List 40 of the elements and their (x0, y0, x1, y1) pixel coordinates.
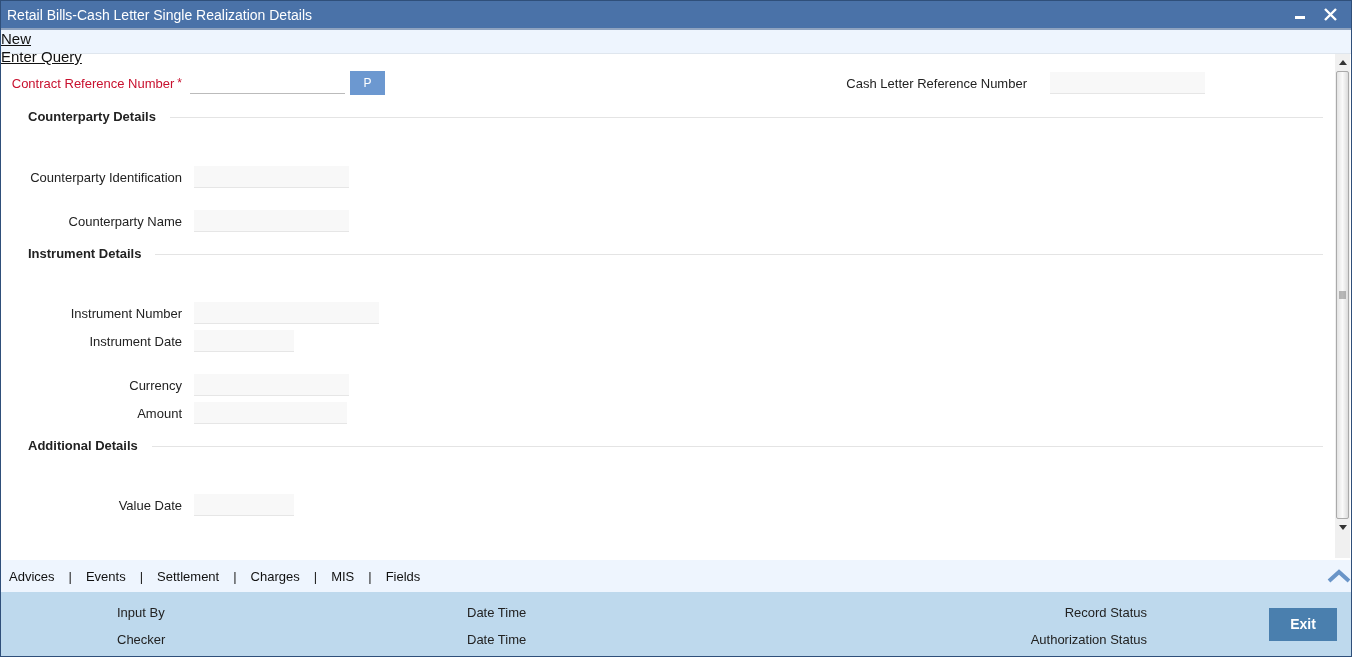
tab-separator: | (233, 568, 237, 584)
scrollbar[interactable] (1335, 54, 1350, 558)
tab-separator: | (139, 568, 144, 584)
section-title: Instrument Details (28, 246, 142, 261)
field-label: Value Date (117, 497, 182, 513)
section-title: Counterparty Details (28, 109, 156, 124)
audit-label: Authorization Status (1029, 631, 1147, 647)
required-mark: * (177, 75, 182, 90)
tab-link[interactable]: MIS (331, 568, 355, 584)
field-label: Contract Reference Number (11, 75, 175, 91)
tab-separator: | (368, 568, 372, 584)
close-icon[interactable] (1324, 8, 1337, 21)
field-label: Counterparty Name (67, 213, 182, 229)
audit-label: Checker (117, 631, 167, 647)
tab-separator: | (68, 568, 72, 584)
field-label: Instrument Date (88, 333, 182, 349)
tab-link[interactable]: Advices (9, 568, 55, 584)
field-label: Currency (128, 377, 182, 393)
field-label: Counterparty Identification (29, 169, 182, 185)
tab-link[interactable]: Charges (250, 568, 300, 584)
tab-link[interactable]: Events (85, 568, 126, 584)
tab-link[interactable]: Fields (385, 568, 421, 584)
tab-link[interactable]: Settlement (157, 568, 220, 584)
audit-label: Input By (117, 604, 166, 620)
audit-label: Date Time (467, 604, 528, 620)
scroll-up-icon[interactable] (1338, 60, 1347, 65)
scroll-down-icon[interactable] (1338, 525, 1347, 530)
tab-separator: | (313, 568, 318, 584)
field-label: Cash Letter Reference Number (846, 75, 1027, 91)
exit-button[interactable]: Exit (1269, 607, 1337, 641)
audit-label: Date Time (467, 631, 528, 647)
grip-icon (1339, 291, 1346, 299)
chevron-up-icon[interactable] (1327, 568, 1351, 584)
section-title: Additional Details (28, 438, 138, 453)
audit-label: Record Status (1063, 604, 1147, 620)
field-label: Amount (136, 405, 182, 421)
menu-link[interactable]: Enter Query (1, 48, 82, 66)
menu-link[interactable]: New (1, 30, 31, 48)
field-label: Instrument Number (69, 305, 182, 321)
window-title: Retail Bills-Cash Letter Single Realization Details (7, 6, 314, 23)
